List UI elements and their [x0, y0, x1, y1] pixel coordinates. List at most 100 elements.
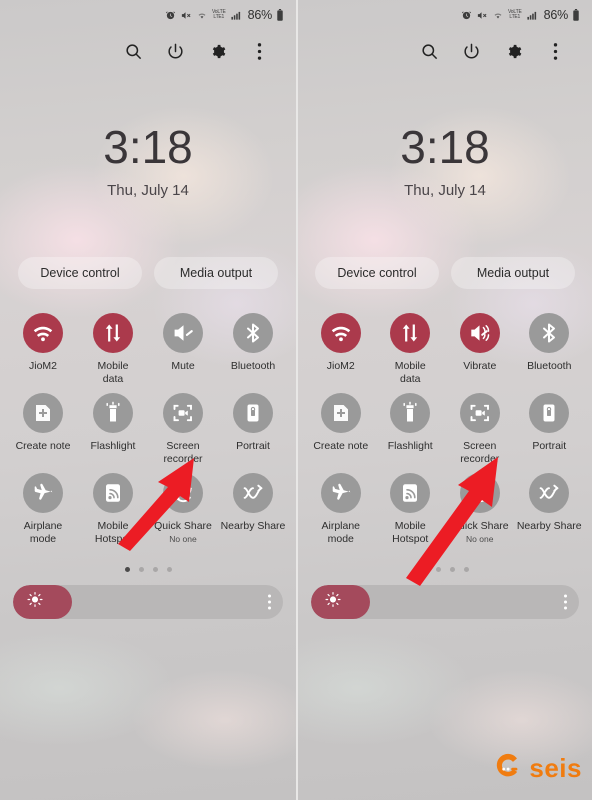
rotation-lock-icon[interactable] [529, 393, 570, 433]
pager-dot[interactable] [152, 567, 158, 572]
quick-tile-label: Mute [171, 360, 195, 372]
quick-tile-mobile-data[interactable]: Mobile data [78, 311, 148, 385]
quick-tile-airplane-mode[interactable]: Airplane mode [306, 471, 376, 545]
power-icon[interactable] [164, 40, 186, 62]
search-icon[interactable] [418, 40, 440, 62]
hotspot-icon[interactable] [93, 473, 133, 513]
bluetooth-icon[interactable] [529, 313, 570, 353]
brightness-more-icon[interactable] [564, 594, 567, 610]
quick-tile-bluetooth[interactable]: Bluetooth [218, 311, 288, 385]
quick-tile-label: JioM2 [326, 360, 355, 372]
pager-dot[interactable] [449, 567, 455, 572]
quick-tile-create-note[interactable]: Create note [8, 391, 78, 465]
quick-share-icon[interactable] [459, 473, 500, 513]
battery-percent-label: 86% [543, 8, 569, 22]
more-vertical-icon[interactable] [248, 40, 270, 62]
gear-icon[interactable] [206, 40, 228, 62]
quick-tile-label: Bluetooth [527, 360, 572, 372]
pager-dot[interactable] [435, 567, 441, 572]
bluetooth-icon[interactable] [233, 313, 273, 353]
flashlight-icon[interactable] [390, 393, 431, 433]
pager-dot[interactable] [421, 567, 427, 572]
brightness-slider[interactable] [311, 585, 579, 619]
nearby-share-icon[interactable] [529, 473, 570, 513]
quick-tile-flashlight[interactable]: Flashlight [376, 391, 446, 465]
quick-tile-mobile-hotspot[interactable]: Mobile Hotspot [376, 471, 446, 545]
quick-tile-airplane-mode[interactable]: Airplane mode [8, 471, 78, 545]
hotspot-icon[interactable] [390, 473, 431, 513]
panel-header-left [0, 30, 296, 72]
quick-tile-vibrate[interactable]: Vibrate [445, 311, 515, 385]
flashlight-icon[interactable] [93, 393, 133, 433]
pager-dot[interactable] [138, 567, 144, 572]
clock-time: 3:18 [400, 121, 490, 173]
device-control-button[interactable]: Device control [315, 257, 439, 289]
quick-tile-mute[interactable]: Mute [148, 311, 218, 385]
battery-icon [572, 9, 580, 21]
gear-icon[interactable] [502, 40, 524, 62]
pager-dot[interactable] [166, 567, 172, 572]
quick-tile-mobile-hotspot[interactable]: Mobile Hotspot [78, 471, 148, 545]
quick-tile-screen-recorder[interactable]: Screen recorder [445, 391, 515, 465]
create-note-icon[interactable] [320, 393, 361, 433]
quick-tile-nearby-share[interactable]: Nearby Share [515, 471, 585, 545]
mute-icon [180, 10, 192, 21]
nearby-share-icon[interactable] [233, 473, 273, 513]
quick-tile-quick-share[interactable]: Quick Share No one [445, 471, 515, 545]
quick-tile-sublabel: No one [169, 533, 197, 544]
quick-tile-portrait[interactable]: Portrait [515, 391, 585, 465]
device-control-button[interactable]: Device control [18, 257, 142, 289]
wifi-icon[interactable] [320, 313, 361, 353]
quick-share-icon[interactable] [163, 473, 203, 513]
quick-tile-label: Bluetooth [230, 360, 276, 372]
brightness-slider[interactable] [13, 585, 283, 619]
quick-tile-portrait[interactable]: Portrait [218, 391, 288, 465]
quick-tile-label: Mobile Hotspot [392, 520, 429, 545]
brightness-sun-icon [325, 591, 341, 613]
wifi-icon[interactable] [23, 313, 63, 353]
quick-panel-right: VoLTE LTE1 86% 3:18 Thu, July 14 Device … [296, 0, 592, 800]
alarm-icon [165, 10, 176, 21]
battery-icon [276, 9, 284, 21]
quick-tile-quick-share[interactable]: Quick Share No one [148, 471, 218, 545]
screen-recorder-icon[interactable] [459, 393, 500, 433]
create-note-icon[interactable] [23, 393, 63, 433]
quick-tile-label: Vibrate [463, 360, 497, 372]
pager-dot[interactable] [124, 567, 130, 572]
mobile-data-icon[interactable] [93, 313, 133, 353]
brightness-more-icon[interactable] [268, 594, 271, 610]
lock-clock-right: 3:18 Thu, July 14 [298, 124, 592, 199]
vibrate-icon[interactable] [459, 313, 500, 353]
media-output-button[interactable]: Media output [451, 257, 575, 289]
brightness-row-left [0, 585, 296, 619]
quick-tile-mobile-data[interactable]: Mobile data [376, 311, 446, 385]
mobile-data-icon[interactable] [390, 313, 431, 353]
mute-speaker-icon[interactable] [163, 313, 203, 353]
quick-tile-screen-recorder[interactable]: Screen recorder [148, 391, 218, 465]
more-vertical-icon[interactable] [544, 40, 566, 62]
mute-icon [476, 10, 488, 21]
quick-tile-nearby-share[interactable]: Nearby Share [218, 471, 288, 545]
quick-tile-label: Airplane mode [23, 520, 63, 545]
seis-logo-icon [494, 751, 524, 786]
signal-bars-icon [230, 10, 242, 21]
quick-tile-jiom2[interactable]: JioM2 [306, 311, 376, 385]
media-output-button[interactable]: Media output [154, 257, 278, 289]
quick-tile-label: Screen recorder [163, 440, 203, 465]
lock-clock-left: 3:18 Thu, July 14 [0, 124, 296, 199]
search-icon[interactable] [122, 40, 144, 62]
airplane-icon[interactable] [320, 473, 361, 513]
quick-tile-label: Screen recorder [460, 440, 500, 465]
quick-tile-create-note[interactable]: Create note [306, 391, 376, 465]
pager-dot[interactable] [463, 567, 469, 572]
screen-recorder-icon[interactable] [163, 393, 203, 433]
quick-tile-jiom2[interactable]: JioM2 [8, 311, 78, 385]
quick-tile-bluetooth[interactable]: Bluetooth [515, 311, 585, 385]
airplane-icon[interactable] [23, 473, 63, 513]
wifi-icon [492, 10, 504, 21]
power-icon[interactable] [460, 40, 482, 62]
quick-tile-flashlight[interactable]: Flashlight [78, 391, 148, 465]
signal-bars-icon [526, 10, 538, 21]
rotation-lock-icon[interactable] [233, 393, 273, 433]
brightness-sun-icon [27, 591, 43, 613]
